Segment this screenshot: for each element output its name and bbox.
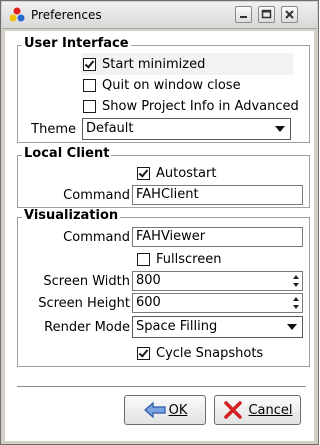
visualization-group: Visualization Command FAHViewer Fullscre…: [17, 208, 310, 367]
spin-arrows-icon[interactable]: [291, 295, 301, 311]
start-minimized-checkbox[interactable]: Start minimized: [83, 54, 205, 74]
screen-width-input[interactable]: 800: [132, 271, 303, 291]
cycle-snapshots-label: Cycle Snapshots: [156, 345, 264, 361]
screen-height-label: Screen Height: [38, 296, 130, 311]
viewer-command-input[interactable]: FAHViewer: [132, 227, 303, 247]
dialog-body: User Interface Start minimized Quit on w…: [5, 31, 314, 441]
cancel-x-icon: [224, 401, 243, 419]
visualization-title: Visualization: [22, 208, 121, 223]
render-mode-select[interactable]: Space Filling: [132, 316, 303, 338]
viewer-command-label: Command: [63, 230, 130, 245]
autostart-checkbox[interactable]: Autostart: [137, 163, 216, 183]
local-client-group: Local Client Autostart Command FAHClient: [17, 146, 310, 208]
show-project-info-box[interactable]: [83, 99, 96, 113]
screen-width-value: 800: [136, 273, 161, 288]
client-command-input[interactable]: FAHClient: [132, 185, 303, 205]
maximize-icon: [261, 9, 272, 19]
chevron-down-icon[interactable]: [284, 319, 300, 335]
close-icon: [285, 10, 294, 19]
spin-arrows-icon[interactable]: [291, 273, 301, 289]
autostart-box[interactable]: [137, 166, 150, 180]
quit-on-close-label: Quit on window close: [102, 77, 241, 93]
ok-button[interactable]: OK: [124, 395, 206, 425]
cancel-label: Cancel: [248, 402, 293, 418]
theme-value: Default: [86, 121, 134, 136]
minimize-icon: [240, 16, 247, 18]
minimize-button[interactable]: [235, 6, 252, 23]
cycle-snapshots-box[interactable]: [137, 346, 150, 360]
quit-on-close-checkbox[interactable]: Quit on window close: [83, 75, 241, 95]
client-command-label: Command: [63, 188, 130, 203]
user-interface-title: User Interface: [22, 36, 131, 51]
ok-arrow-icon: [143, 401, 166, 419]
title-bar[interactable]: Preferences: [2, 2, 317, 29]
user-interface-group: User Interface Start minimized Quit on w…: [17, 36, 310, 143]
close-button[interactable]: [281, 6, 298, 23]
local-client-title: Local Client: [22, 146, 112, 161]
theme-select[interactable]: Default: [82, 118, 291, 140]
fullscreen-box[interactable]: [137, 252, 150, 266]
cancel-button[interactable]: Cancel: [214, 395, 301, 425]
ok-label: OK: [168, 402, 188, 418]
screen-height-value: 600: [136, 295, 161, 310]
screen-width-label: Screen Width: [43, 274, 130, 289]
fullscreen-label: Fullscreen: [156, 251, 222, 267]
cycle-snapshots-checkbox[interactable]: Cycle Snapshots: [137, 343, 263, 363]
fullscreen-checkbox[interactable]: Fullscreen: [137, 249, 221, 269]
render-mode-label: Render Mode: [44, 320, 130, 335]
divider: [17, 386, 306, 387]
screen-height-input[interactable]: 600: [132, 293, 303, 313]
preferences-window: Preferences User Interface Start minimiz…: [0, 0, 319, 445]
autostart-label: Autostart: [156, 165, 217, 181]
show-project-info-checkbox[interactable]: Show Project Info in Advanced: [83, 96, 299, 116]
folding-at-home-icon: [9, 7, 25, 22]
start-minimized-label: Start minimized: [102, 56, 206, 72]
window-title: Preferences: [31, 8, 102, 22]
theme-label: Theme: [31, 122, 76, 137]
maximize-button[interactable]: [258, 6, 275, 23]
start-minimized-box[interactable]: [83, 57, 96, 71]
quit-on-close-box[interactable]: [83, 78, 96, 92]
chevron-down-icon[interactable]: [272, 121, 288, 137]
render-mode-value: Space Filling: [136, 319, 218, 334]
show-project-info-label: Show Project Info in Advanced: [102, 98, 299, 114]
